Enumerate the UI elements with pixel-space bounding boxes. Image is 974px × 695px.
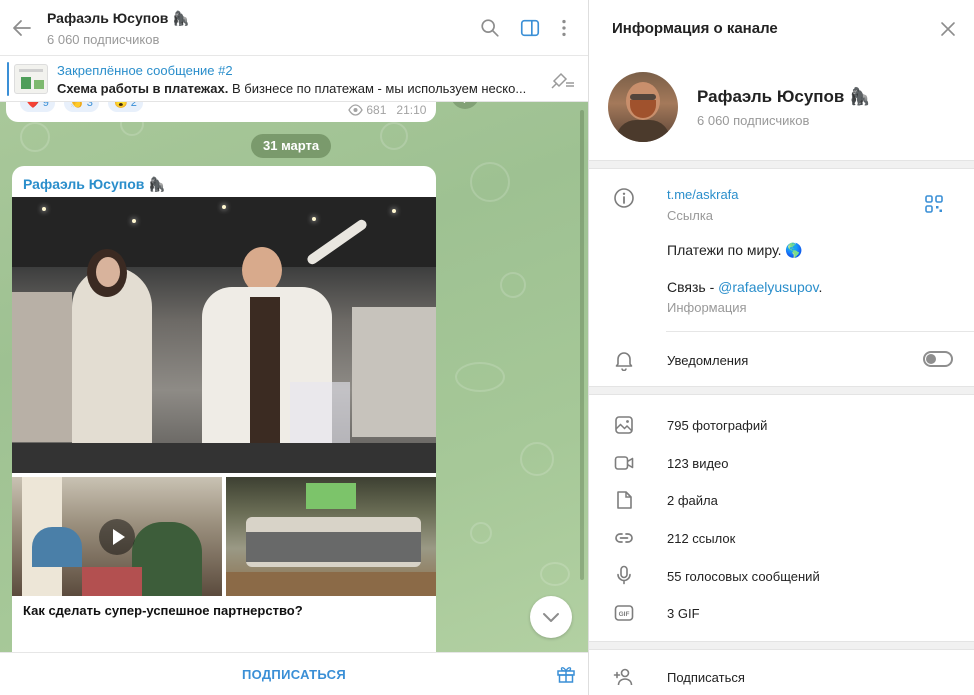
pinned-thumbnail: [14, 64, 48, 94]
channel-post: Рафаэль Юсупов 🦍 Как сделать супер-успеш…: [12, 166, 436, 652]
contact-handle-link[interactable]: @rafaelyusupov: [718, 279, 818, 295]
chat-subscriber-count: 6 060 подписчиков: [47, 32, 160, 47]
section-divider: [589, 160, 974, 169]
photo-icon: [615, 416, 633, 434]
views-icon: [348, 104, 363, 116]
qr-code-icon[interactable]: [924, 194, 944, 214]
close-icon[interactable]: [939, 20, 957, 38]
message-time: 21:10: [396, 103, 427, 117]
avatar[interactable]: [608, 72, 678, 142]
pinned-indicator: [7, 62, 9, 96]
media-label: 3 GIF: [667, 606, 700, 621]
chat-scrollbar[interactable]: [580, 110, 584, 580]
media-label: 123 видео: [667, 456, 729, 471]
pinned-text: Схема работы в платежах. В бизнесе по пл…: [57, 81, 535, 96]
pinned-text-bold: Схема работы в платежах.: [57, 81, 229, 96]
svg-text:GIF: GIF: [619, 611, 630, 618]
info-subscribe-label: Подписаться: [667, 670, 745, 685]
contact-suffix: .: [818, 279, 823, 295]
file-icon: [617, 491, 632, 509]
pinned-message-bar[interactable]: Закреплённое сообщение #2 Схема работы в…: [0, 56, 588, 102]
info-icon: [614, 188, 634, 208]
chat-header: Рафаэль Юсупов 🦍 6 060 подписчиков: [0, 0, 588, 56]
channel-contact: Связь - @rafaelyusupov.: [667, 279, 822, 295]
media-label: 795 фотографий: [667, 418, 768, 433]
section-divider: [589, 386, 974, 395]
post-photo-group[interactable]: [226, 477, 436, 596]
video-icon: [614, 456, 634, 470]
chevron-down-icon: [543, 613, 559, 622]
channel-link[interactable]: t.me/askrafa: [667, 187, 739, 202]
add-user-icon: [613, 668, 633, 686]
gift-icon[interactable]: [556, 664, 576, 684]
chat-pane: Рафаэль Юсупов 🦍 6 060 подписчиков Закре…: [0, 0, 588, 695]
notifications-toggle[interactable]: [923, 351, 953, 367]
pinned-list-icon[interactable]: [550, 68, 576, 90]
sidebar-toggle-icon[interactable]: [519, 17, 541, 39]
post-photo-main[interactable]: [12, 197, 436, 473]
bell-icon: [615, 352, 633, 371]
message-meta: 681 21:10: [348, 103, 426, 117]
subscribe-button[interactable]: ПОДПИСАТЬСЯ: [0, 653, 588, 695]
pinned-title: Закреплённое сообщение #2: [57, 63, 233, 78]
channel-link-label: Ссылка: [667, 208, 714, 223]
microphone-icon: [617, 565, 631, 585]
video-play-icon[interactable]: [99, 519, 135, 555]
notifications-label: Уведомления: [667, 353, 749, 368]
section-divider: [589, 641, 974, 650]
post-author[interactable]: Рафаэль Юсупов 🦍: [23, 176, 166, 193]
contact-prefix: Связь -: [667, 279, 719, 295]
media-label: 212 ссылок: [667, 531, 736, 546]
pinned-text-rest: В бизнесе по платежам - мы используем не…: [228, 81, 527, 96]
channel-subscriber-count: 6 060 подписчиков: [697, 113, 810, 128]
views-count: 681: [366, 103, 387, 117]
chat-title[interactable]: Рафаэль Юсупов 🦍: [47, 10, 190, 27]
channel-description: Платежи по миру. 🌎: [667, 242, 803, 258]
channel-info-panel: Информация о канале Рафаэль Юсупов 🦍 6 0…: [588, 0, 974, 695]
row-separator: [666, 331, 974, 332]
media-label: 2 файла: [667, 493, 718, 508]
scroll-down-button[interactable]: [530, 596, 572, 638]
info-panel-title: Информация о канале: [612, 20, 778, 37]
date-separator: 31 марта: [251, 134, 332, 158]
media-label: 55 голосовых сообщений: [667, 569, 820, 584]
post-video-thumbnail[interactable]: [12, 477, 222, 596]
more-menu-icon[interactable]: [553, 17, 575, 39]
search-icon[interactable]: [479, 17, 501, 39]
gif-icon: GIF: [614, 605, 634, 621]
channel-name: Рафаэль Юсупов 🦍: [697, 87, 871, 106]
channel-info-label: Информация: [667, 300, 747, 315]
chat-footer: ПОДПИСАТЬСЯ: [0, 652, 588, 695]
telegram-window: Рафаэль Юсупов 🦍 6 060 подписчиков Закре…: [0, 0, 974, 695]
link-icon: [615, 533, 633, 543]
post-caption: Как сделать супер-успешное партнерство?: [23, 603, 303, 618]
back-arrow-icon[interactable]: [10, 16, 34, 40]
